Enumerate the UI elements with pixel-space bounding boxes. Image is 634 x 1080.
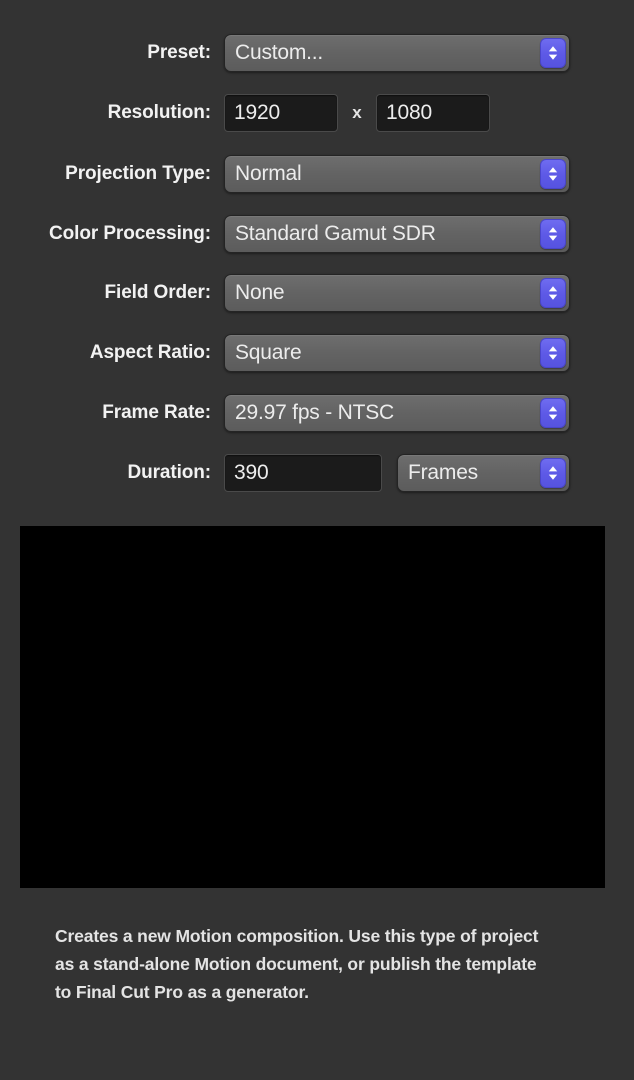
duration-units-popup-button[interactable]: Frames [397,454,570,492]
resolution-separator: x [352,103,362,122]
description-text: Creates a new Motion composition. Use th… [55,926,539,1002]
resolution-width-value: 1920 [234,101,280,124]
color-processing-popup-button[interactable]: Standard Gamut SDR [224,215,570,253]
project-settings-panel: Preset: Custom... Resolution: 1920 x 108… [0,0,634,1080]
duration-control-area: 390 Frames [224,454,570,492]
field-order-label: Field Order: [104,282,212,303]
up-down-chevron-icon[interactable] [540,398,566,428]
duration-value: 390 [234,461,269,484]
resolution-label: Resolution: [107,102,212,123]
aspect-ratio-popup-button[interactable]: Square [224,334,570,372]
field-order-popup-button[interactable]: None [224,274,570,312]
resolution-width-input[interactable]: 1920 [224,94,338,132]
resolution-height-input[interactable]: 1080 [376,94,490,132]
duration-units-value: Frames [408,461,478,484]
preview-thumbnail [20,526,605,888]
up-down-chevron-icon[interactable] [540,338,566,368]
aspect-ratio-control-area: Square [224,334,570,372]
preset-popup-button[interactable]: Custom... [224,34,570,72]
row-resolution: Resolution: 1920 x 1080 [0,93,634,133]
projection-type-label: Projection Type: [65,163,211,184]
color-processing-control-area: Standard Gamut SDR [224,215,570,253]
row-projection-type: Projection Type: Normal [0,154,634,194]
field-order-control-area: None [224,274,570,312]
frame-rate-popup-button[interactable]: 29.97 fps - NTSC [224,394,570,432]
frame-rate-value: 29.97 fps - NTSC [235,401,395,424]
aspect-ratio-value: Square [235,341,302,364]
projection-type-value: Normal [235,162,302,185]
up-down-chevron-icon[interactable] [540,219,566,249]
preset-control-area: Custom... [224,34,570,72]
aspect-ratio-label: Aspect Ratio: [89,342,211,363]
up-down-chevron-icon[interactable] [540,278,566,308]
up-down-chevron-icon[interactable] [540,159,566,189]
field-order-value: None [235,281,285,304]
preset-label: Preset: [147,42,211,63]
row-preset: Preset: Custom... [0,33,634,73]
duration-label: Duration: [127,462,211,483]
row-color-processing: Color Processing: Standard Gamut SDR [0,214,634,254]
frame-rate-label: Frame Rate: [102,402,211,423]
frame-rate-control-area: 29.97 fps - NTSC [224,394,570,432]
up-down-chevron-icon[interactable] [540,38,566,68]
projection-type-popup-button[interactable]: Normal [224,155,570,193]
row-aspect-ratio: Aspect Ratio: Square [0,333,634,373]
color-processing-value: Standard Gamut SDR [235,222,436,245]
preset-value: Custom... [235,41,324,64]
resolution-control-area: 1920 x 1080 [224,94,490,132]
up-down-chevron-icon[interactable] [540,458,566,488]
row-frame-rate: Frame Rate: 29.97 fps - NTSC [0,393,634,433]
resolution-height-value: 1080 [386,101,432,124]
row-duration: Duration: 390 Frames [0,453,634,493]
color-processing-label: Color Processing: [49,223,211,244]
duration-input[interactable]: 390 [224,454,382,492]
row-field-order: Field Order: None [0,273,634,313]
projection-type-control-area: Normal [224,155,570,193]
